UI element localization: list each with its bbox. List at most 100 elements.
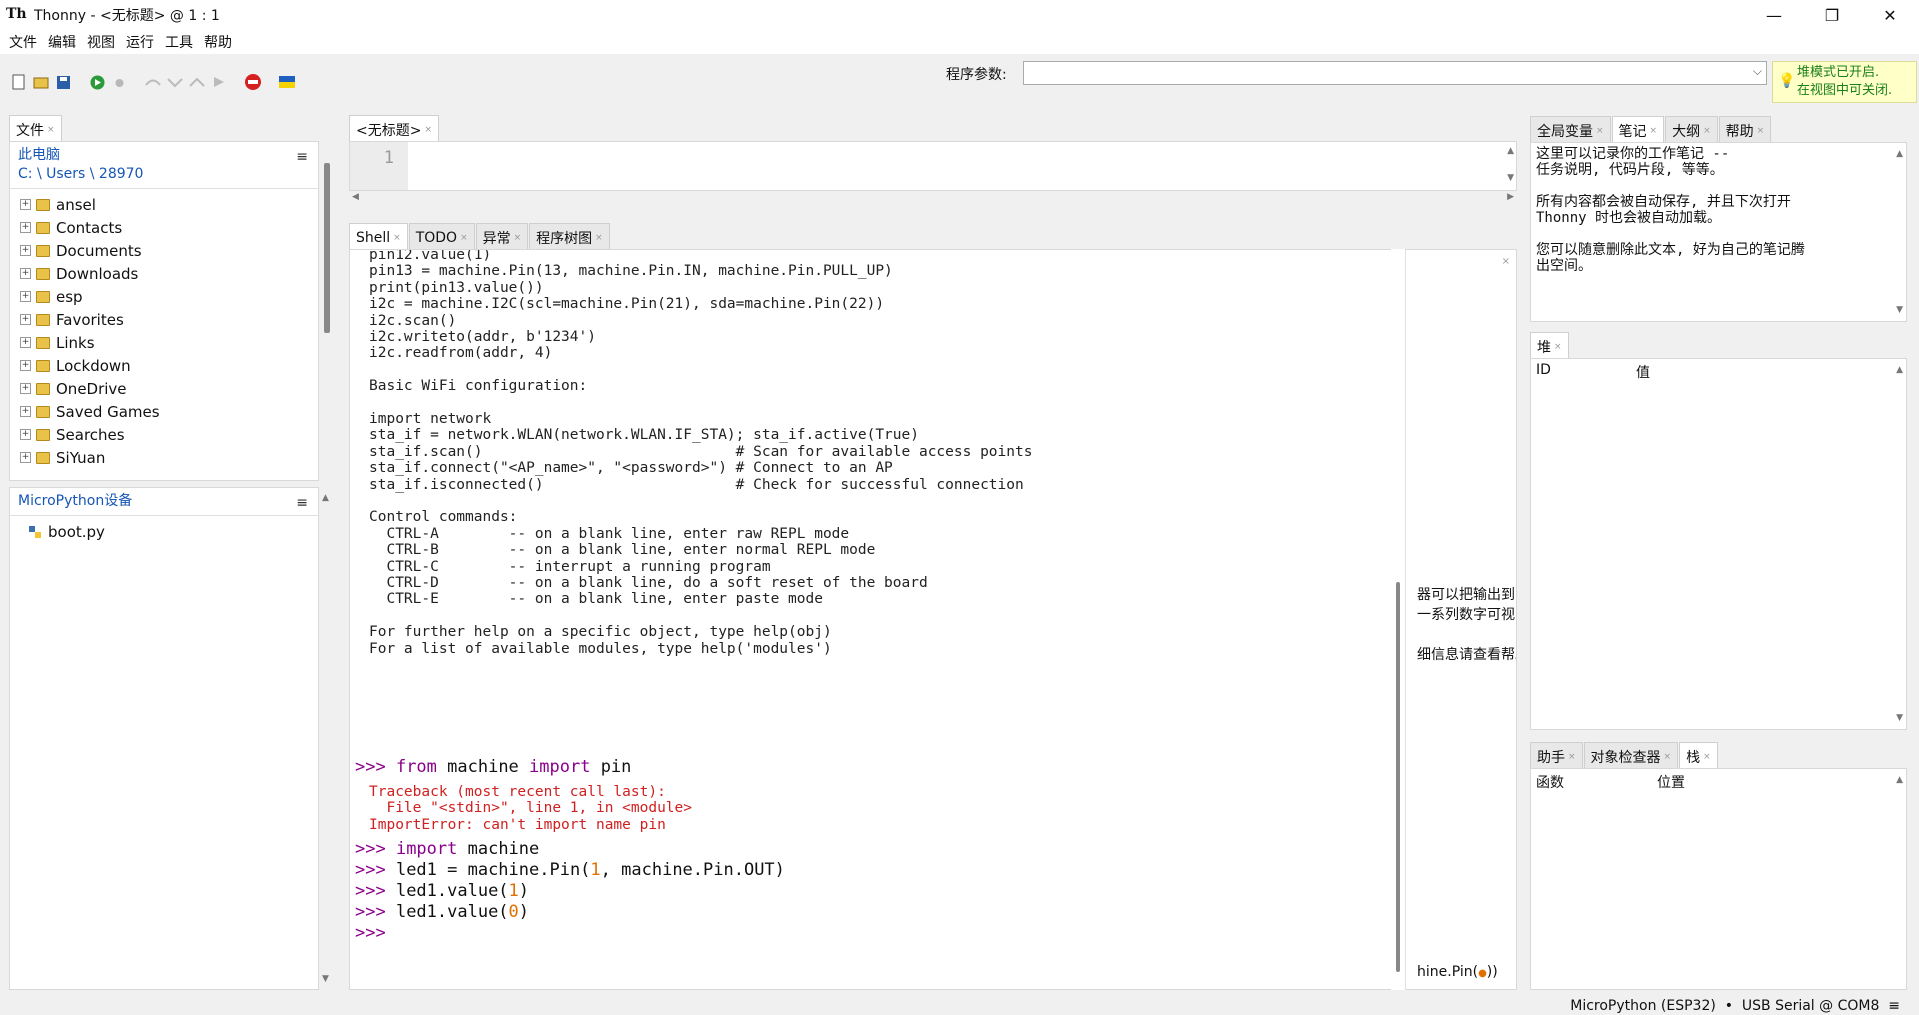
close-icon[interactable]: × xyxy=(1502,256,1510,267)
tab-exceptions[interactable]: 异常 × xyxy=(475,223,529,249)
expand-icon[interactable]: + xyxy=(20,245,31,256)
expand-icon[interactable]: + xyxy=(20,383,31,394)
maximize-button[interactable]: ❐ xyxy=(1803,0,1861,30)
folder-item[interactable]: + Contacts xyxy=(10,216,318,239)
tab-notes[interactable]: 笔记 × xyxy=(1611,116,1665,142)
tab-assistant[interactable]: 助手 × xyxy=(1530,742,1583,768)
tab-outline[interactable]: 大纲 × xyxy=(1665,116,1718,142)
expand-icon[interactable]: + xyxy=(20,360,31,371)
menu-tools[interactable]: 工具 xyxy=(165,32,193,52)
shell-output-line xyxy=(369,395,1032,411)
close-icon[interactable]: × xyxy=(1703,126,1711,136)
menu-run[interactable]: 运行 xyxy=(126,32,154,52)
resume-icon[interactable] xyxy=(210,73,228,91)
close-icon[interactable]: × xyxy=(1568,752,1576,762)
close-icon[interactable]: × xyxy=(1596,126,1604,136)
folder-item[interactable]: + Lockdown xyxy=(10,354,318,377)
folder-item[interactable]: + Searches xyxy=(10,423,318,446)
folder-item[interactable]: + Favorites xyxy=(10,308,318,331)
micropython-device-label[interactable]: MicroPython设备 xyxy=(18,492,310,511)
close-icon[interactable]: × xyxy=(1554,342,1562,352)
column-value[interactable]: 值 xyxy=(1636,362,1650,382)
stop-icon[interactable] xyxy=(244,73,262,91)
tab-shell[interactable]: Shell × xyxy=(349,223,408,249)
editor-hscrollbar[interactable]: ◀ ▶ xyxy=(349,191,1517,205)
tab-object-inspector[interactable]: 对象检查器 × xyxy=(1583,742,1679,768)
list-item[interactable]: boot.py xyxy=(10,520,318,543)
expand-icon[interactable]: + xyxy=(20,452,31,463)
tab-heap[interactable]: 堆 × xyxy=(1530,332,1569,358)
tab-help[interactable]: 帮助 × xyxy=(1718,116,1772,142)
ukraine-flag-icon[interactable] xyxy=(278,73,296,91)
close-icon[interactable]: × xyxy=(1703,752,1711,762)
backend-status[interactable]: MicroPython (ESP32) • USB Serial @ COM8 … xyxy=(1570,998,1900,1014)
this-pc-link[interactable]: 此电脑 xyxy=(18,146,310,165)
column-location[interactable]: 位置 xyxy=(1657,772,1685,792)
close-icon[interactable]: × xyxy=(514,233,522,243)
column-id[interactable]: ID xyxy=(1536,362,1636,382)
tab-stack[interactable]: 栈 × xyxy=(1679,742,1718,768)
folder-item[interactable]: + Downloads xyxy=(10,262,318,285)
expand-icon[interactable]: + xyxy=(20,406,31,417)
debug-icon[interactable] xyxy=(110,73,128,91)
expand-icon[interactable]: + xyxy=(20,291,31,302)
menu-edit[interactable]: 编辑 xyxy=(48,32,76,52)
menu-help[interactable]: 帮助 xyxy=(204,32,232,52)
chevron-down-icon[interactable]: ⌵ xyxy=(1753,64,1762,79)
column-function[interactable]: 函数 xyxy=(1536,772,1657,792)
save-icon[interactable] xyxy=(54,73,72,91)
shell-output-line xyxy=(369,608,1032,624)
expand-icon[interactable]: + xyxy=(20,199,31,210)
expand-icon[interactable]: + xyxy=(20,268,31,279)
step-into-icon[interactable] xyxy=(166,73,184,91)
tab-todo[interactable]: TODO × xyxy=(408,223,475,249)
current-path[interactable]: C: \ Users \ 28970 xyxy=(18,165,310,184)
folder-item[interactable]: + Links xyxy=(10,331,318,354)
minimize-button[interactable]: — xyxy=(1745,0,1803,30)
plotter-hint-panel: × 器可以把输出到 一系列数字可视 细信息请查看帮助 hine.Pin(●)) xyxy=(1405,249,1517,990)
expand-icon[interactable]: + xyxy=(20,222,31,233)
shell-output-line: import network xyxy=(369,411,492,428)
folder-item[interactable]: + Saved Games xyxy=(10,400,318,423)
tab-files[interactable]: 文件 × xyxy=(9,115,62,141)
shell-panel[interactable]: pin12.value(1) pin13 = machine.Pin(13, ma… xyxy=(349,249,1391,990)
close-icon[interactable]: × xyxy=(424,125,432,135)
menu-icon[interactable]: ≡ xyxy=(296,494,308,513)
new-file-icon[interactable] xyxy=(10,73,28,91)
close-icon[interactable]: × xyxy=(393,233,401,243)
expand-icon[interactable]: + xyxy=(20,337,31,348)
close-icon[interactable]: × xyxy=(47,125,55,135)
close-icon[interactable]: × xyxy=(1757,126,1765,136)
run-icon[interactable] xyxy=(88,73,106,91)
step-out-icon[interactable] xyxy=(188,73,206,91)
shell-output-line: CTRL-E -- on a blank line, enter paste m… xyxy=(369,591,823,608)
device-scrollbar[interactable]: ▲ ▼ xyxy=(320,487,334,990)
folder-item[interactable]: + ansel xyxy=(10,193,318,216)
tab-program-tree[interactable]: 程序树图 × xyxy=(529,223,610,249)
program-args-input[interactable]: ⌵ xyxy=(1023,61,1767,85)
editor-panel[interactable]: 1 ▲ ▼ xyxy=(349,141,1517,191)
menu-view[interactable]: 视图 xyxy=(87,32,115,52)
tab-globals[interactable]: 全局变量 × xyxy=(1530,116,1611,142)
folder-item[interactable]: + esp xyxy=(10,285,318,308)
menu-file[interactable]: 文件 xyxy=(9,32,37,52)
shell-input-prompt[interactable]: >>> xyxy=(355,923,785,944)
tab-untitled[interactable]: <无标题> × xyxy=(349,115,440,141)
close-icon[interactable]: × xyxy=(460,233,468,243)
step-over-icon[interactable] xyxy=(144,73,162,91)
shell-scrollbar[interactable] xyxy=(1391,249,1405,990)
close-icon[interactable]: × xyxy=(595,233,603,243)
close-button[interactable]: ✕ xyxy=(1861,0,1919,30)
files-scrollbar[interactable] xyxy=(320,141,334,481)
folder-item[interactable]: + Documents xyxy=(10,239,318,262)
notes-panel[interactable]: 这里可以记录你的工作笔记 -- 任务说明, 代码片段, 等等。 所有内容都会被自… xyxy=(1530,142,1907,322)
expand-icon[interactable]: + xyxy=(20,314,31,325)
open-file-icon[interactable] xyxy=(32,73,50,91)
menu-icon[interactable]: ≡ xyxy=(296,148,308,167)
folder-item[interactable]: + OneDrive xyxy=(10,377,318,400)
notes-text[interactable]: 这里可以记录你的工作笔记 -- 任务说明, 代码片段, 等等。 所有内容都会被自… xyxy=(1531,143,1906,277)
folder-item[interactable]: + SiYuan xyxy=(10,446,318,469)
close-icon[interactable]: × xyxy=(1664,752,1672,762)
close-icon[interactable]: × xyxy=(1650,126,1658,136)
expand-icon[interactable]: + xyxy=(20,429,31,440)
